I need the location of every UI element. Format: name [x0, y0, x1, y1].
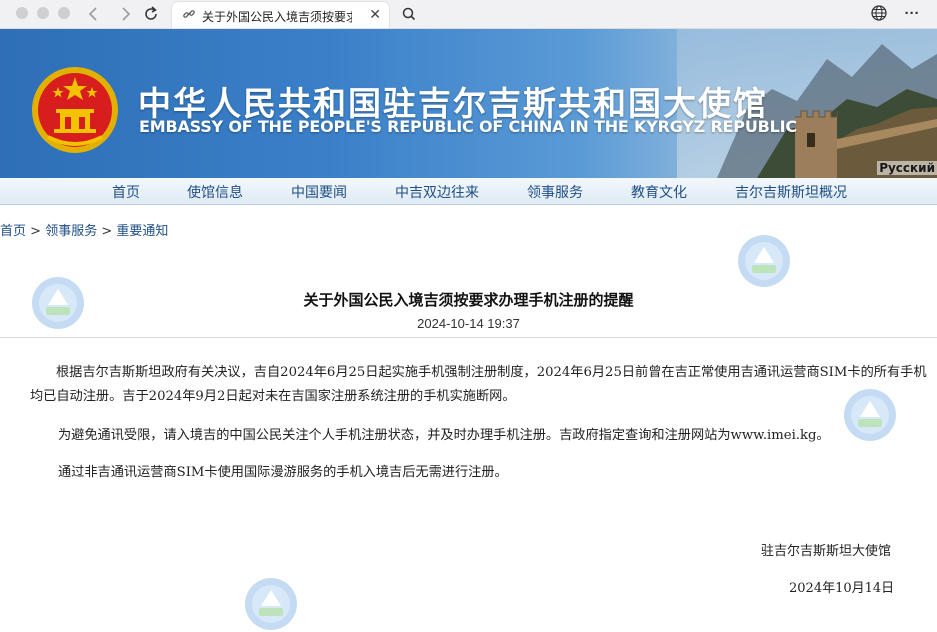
link-icon — [182, 7, 196, 21]
nav-item-home[interactable]: 首页 — [112, 182, 140, 202]
more-icon[interactable]: ··· — [901, 4, 923, 24]
nav-item-kyrgyzstan-overview[interactable]: 吉尔吉斯斯坦概况 — [735, 182, 847, 202]
breadcrumb: 首页 > 领事服务 > 重要通知 — [0, 220, 168, 239]
minimize-dot-icon[interactable] — [37, 7, 49, 19]
nav-item-china-news[interactable]: 中国要闻 — [291, 182, 347, 202]
nav-item-education-culture[interactable]: 教育文化 — [631, 182, 687, 202]
browser-toolbar: 关于外国公民入境吉须按要求办理手机注册的提醒 ✕ ··· — [0, 0, 937, 29]
signature: 驻吉尔吉斯斯坦大使馆 — [761, 544, 892, 559]
article-paragraph: 通过非吉通讯运营商SIM卡使用国际漫游服务的手机入境吉后无需进行注册。 — [58, 465, 508, 480]
translate-globe-icon[interactable] — [868, 4, 890, 24]
breadcrumb-separator: > — [26, 224, 46, 239]
embassy-banner: 中华人民共和国驻吉尔吉斯共和国大使馆 EMBASSY OF THE PEOPLE… — [0, 29, 937, 178]
browser-tab[interactable]: 关于外国公民入境吉须按要求办理手机注册的提醒 ✕ — [172, 2, 389, 28]
nav-item-bilateral[interactable]: 中吉双边往来 — [395, 182, 479, 202]
watermark-logo-icon — [245, 578, 297, 630]
national-emblem-icon — [32, 67, 118, 153]
nav-item-consular[interactable]: 领事服务 — [527, 182, 583, 202]
article-title: 关于外国公民入境吉须按要求办理手机注册的提醒 — [303, 291, 634, 309]
nav-item-embassy-info[interactable]: 使馆信息 — [187, 182, 243, 202]
tab-close-icon[interactable]: ✕ — [369, 6, 381, 23]
article-date: 2024-10-14 19:37 — [417, 316, 520, 331]
breadcrumb-consular[interactable]: 领事服务 — [45, 224, 97, 239]
watermark-logo-icon — [738, 235, 790, 287]
russian-language-link[interactable]: Русский — [877, 161, 937, 175]
divider — [0, 337, 937, 338]
signature-date: 2024年10月14日 — [789, 581, 895, 596]
back-icon[interactable] — [83, 3, 105, 25]
search-icon[interactable] — [398, 4, 420, 24]
close-dot-icon[interactable] — [16, 7, 28, 19]
article-paragraph: 根据吉尔吉斯斯坦政府有关决议，吉自2024年6月25日起实施手机强制注册制度，2… — [30, 365, 927, 404]
tab-title: 关于外国公民入境吉须按要求办理手机注册的提醒 — [202, 10, 352, 24]
zoom-dot-icon[interactable] — [58, 7, 70, 19]
article-paragraph: 为避免通讯受限，请入境吉的中国公民关注个人手机注册状态，并及时办理手机注册。吉政… — [58, 428, 830, 443]
breadcrumb-home[interactable]: 首页 — [0, 224, 26, 239]
main-nav: 首页 使馆信息 中国要闻 中吉双边往来 领事服务 教育文化 吉尔吉斯斯坦概况 — [0, 178, 937, 205]
watermark-logo-icon — [844, 389, 896, 441]
forward-icon[interactable] — [114, 3, 136, 25]
embassy-name-en: EMBASSY OF THE PEOPLE'S REPUBLIC OF CHIN… — [139, 117, 797, 136]
watermark-logo-icon — [32, 277, 84, 329]
breadcrumb-current[interactable]: 重要通知 — [116, 224, 168, 239]
breadcrumb-separator: > — [97, 224, 117, 239]
reload-icon[interactable] — [140, 3, 162, 25]
